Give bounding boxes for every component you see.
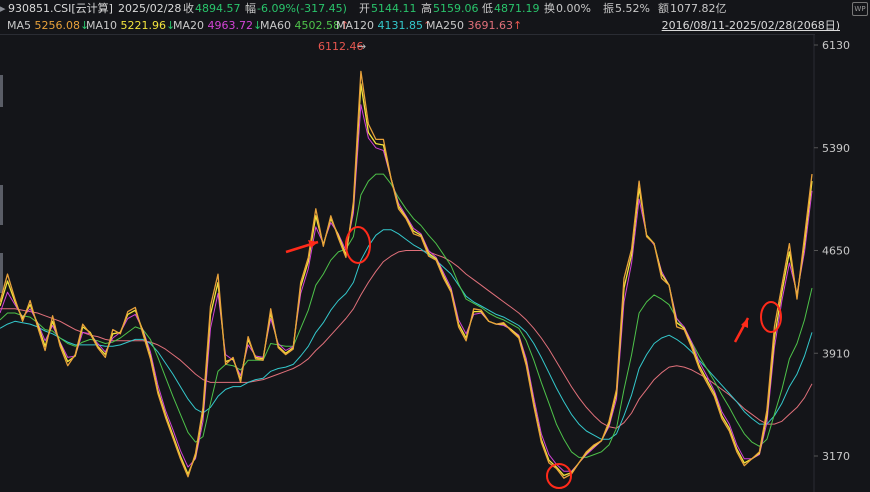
series-line-ma10 (0, 83, 813, 477)
amplitude-value: 5.52% (615, 2, 650, 15)
quote-header: ▸ 930851.CSI[云计算] 2025/02/28 收 4894.57 幅… (0, 0, 870, 17)
close-value: 4894.57 (195, 2, 241, 15)
up-arrow-icon: ↑ (513, 19, 523, 32)
quote-date: 2025/02/28 (118, 2, 182, 15)
change-value: -6.09%(-317.45) (257, 2, 347, 15)
wp-icon[interactable]: WP (852, 2, 868, 16)
code-marker: ▸ (0, 2, 6, 15)
turnover-label: 换 (544, 2, 555, 15)
ma-label: MA250 (426, 19, 468, 32)
ma-value: 4131.85 (377, 19, 424, 32)
y-tick-label: 3910 (822, 347, 850, 360)
kline-chart[interactable]: 613053904650391031706112.46→ (0, 35, 870, 492)
ma-legend-ma120: MA120 4131.85↑ (336, 17, 432, 34)
ma-value: 5221.96 (120, 19, 167, 32)
low-value: 4871.19 (494, 2, 540, 15)
open-label: 开 (359, 2, 370, 15)
y-tick-label: 6130 (822, 39, 850, 52)
ma-legend-ma20: MA20 4963.72↓ (173, 17, 262, 34)
open-value: 5144.11 (371, 2, 417, 15)
index-code: 930851.CSI[云计算] (8, 2, 113, 15)
series-line-ma20 (0, 104, 813, 472)
amplitude-label: 振 (603, 2, 614, 15)
ma-value: 4502.58 (294, 19, 341, 32)
close-label: 收 (183, 2, 194, 15)
high-value: 5159.06 (433, 2, 479, 15)
low-label: 低 (482, 2, 493, 15)
series-line-ma120 (0, 229, 813, 440)
ma-legend-ma10: MA10 5221.96↓ (86, 17, 175, 34)
amount-label: 额 (658, 2, 669, 15)
series-line-ma5 (0, 70, 813, 479)
high-label: 高 (421, 2, 432, 15)
ma-value: 5256.08 (34, 19, 81, 32)
ma-legend-ma250: MA250 3691.63↑ (426, 17, 522, 34)
ma-value: 4963.72 (207, 19, 254, 32)
ma-legend: 2016/08/11-2025/02/28(2068日) MA5 5256.08… (0, 17, 870, 34)
ma-label: MA20 (173, 19, 208, 32)
y-tick-label: 3170 (822, 450, 850, 463)
red-arrow-left (285, 240, 319, 254)
change-label: 幅 (245, 2, 256, 15)
ma-value: 3691.63 (467, 19, 514, 32)
highlight-circle-2019 (345, 226, 371, 264)
amount-value: 1077.82亿 (670, 2, 727, 15)
y-tick-label: 4650 (822, 245, 850, 258)
turnover-value: 0.00% (556, 2, 591, 15)
date-range-link[interactable]: 2016/08/11-2025/02/28(2068日) (662, 17, 840, 34)
ma-label: MA60 (260, 19, 295, 32)
ma-label: MA120 (336, 19, 378, 32)
ma-label: MA10 (86, 19, 121, 32)
ma-legend-ma5: MA5 5256.08↓ (7, 17, 89, 34)
red-arrow-right (733, 317, 750, 343)
ma-label: MA5 (7, 19, 35, 32)
peak-arrow-icon: → (357, 40, 366, 53)
y-tick-label: 5390 (822, 142, 850, 155)
